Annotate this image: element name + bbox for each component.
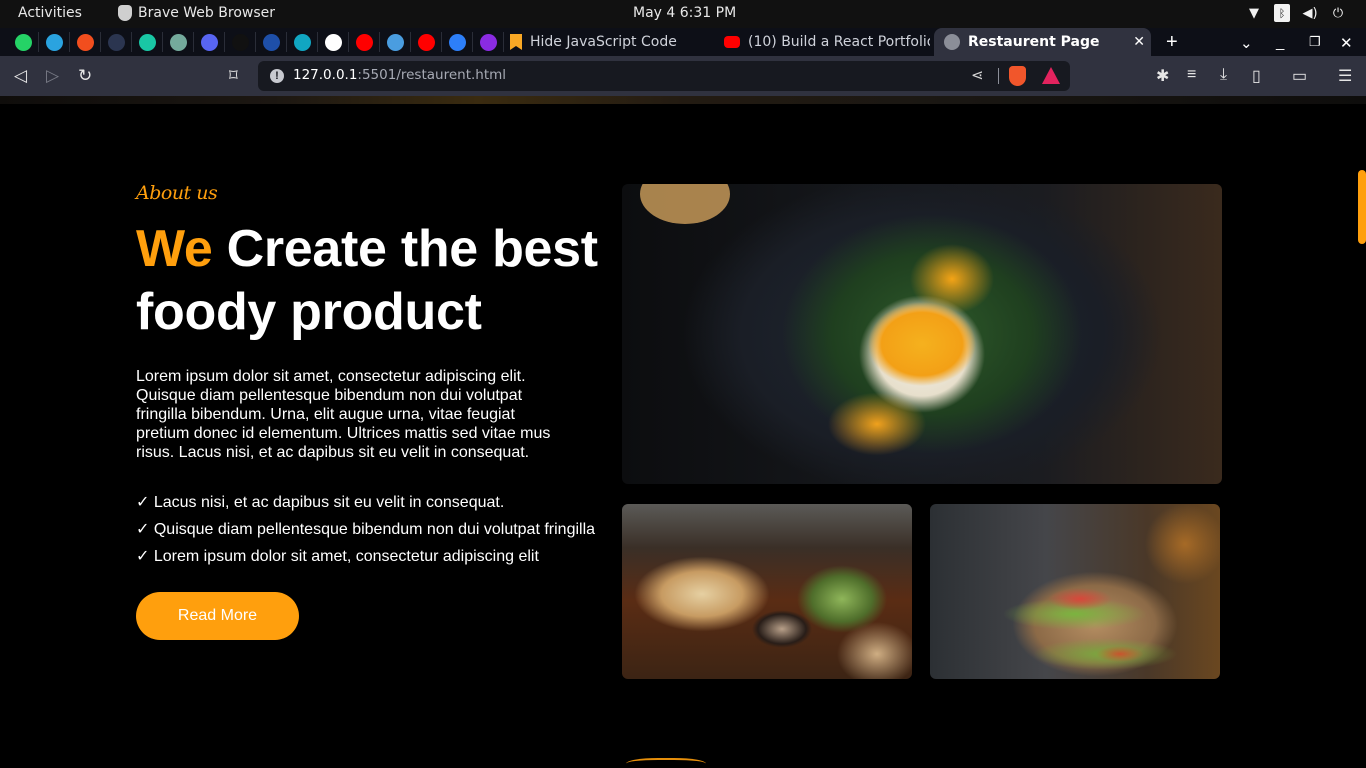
- url-text[interactable]: 127.0.0.1:5501/restaurent.html: [293, 67, 506, 83]
- system-tray[interactable]: ▼ ᛒ ◀) ⏻: [1246, 4, 1346, 22]
- tab-search-chevron-icon[interactable]: ⌄: [1240, 34, 1253, 52]
- checklist-item: ✓ Quisque diam pellentesque bibendum non…: [136, 521, 596, 538]
- about-description: Lorem ipsum dolor sit amet, consectetur …: [136, 368, 551, 461]
- grilled-platter-image: [622, 504, 912, 679]
- pinned-tab[interactable]: [132, 32, 163, 52]
- share-icon[interactable]: ⋖: [971, 66, 984, 84]
- tab-title: (10) Build a React Portfolio: [748, 34, 930, 50]
- app-icon: [231, 33, 249, 51]
- reload-button[interactable]: ↻: [78, 66, 92, 86]
- pinned-tab[interactable]: [442, 32, 473, 52]
- play-icon: [293, 33, 311, 51]
- youtube-icon: [355, 33, 373, 51]
- pinned-tab[interactable]: [163, 32, 194, 52]
- youtube-icon: [724, 36, 740, 48]
- tab-restaurent-page[interactable]: Restaurent Page ✕: [934, 28, 1151, 56]
- downloads-icon[interactable]: ⤓: [1220, 66, 1227, 84]
- app-name: Brave Web Browser: [138, 5, 275, 21]
- tab-strip: Hide JavaScript Code (10) Build a React …: [0, 28, 1366, 56]
- pinned-tab[interactable]: [70, 32, 101, 52]
- app-icon: [448, 33, 466, 51]
- about-us-tag: About us: [136, 182, 218, 204]
- messenger-icon: [200, 33, 218, 51]
- bookmark-button[interactable]: ⌑: [229, 66, 238, 86]
- telegram-icon: [45, 33, 63, 51]
- tab-youtube[interactable]: (10) Build a React Portfolio: [724, 28, 930, 56]
- pinned-tab[interactable]: [256, 32, 287, 52]
- globe-icon: [944, 34, 960, 50]
- forward-button[interactable]: ▷: [46, 66, 59, 86]
- pinned-tab[interactable]: [287, 32, 318, 52]
- close-tab-icon[interactable]: ✕: [1133, 34, 1145, 50]
- app-icon: [479, 33, 497, 51]
- tab-title: Restaurent Page: [968, 34, 1100, 50]
- pinned-tabs: [8, 32, 504, 52]
- navigation-bar: ◁ ▷ ↻ ⌑ ! 127.0.0.1:5501/restaurent.html…: [0, 56, 1366, 96]
- sidebar-icon[interactable]: ▯: [1252, 66, 1261, 86]
- app-icon: [107, 33, 125, 51]
- restore-button[interactable]: ❐: [1309, 34, 1321, 50]
- chatgpt-icon: [169, 33, 187, 51]
- figma-icon: [76, 33, 94, 51]
- extensions-icon[interactable]: ✱: [1156, 66, 1169, 86]
- scrollbar-thumb[interactable]: [1358, 170, 1366, 244]
- new-tab-button[interactable]: +: [1166, 31, 1178, 54]
- bread-roll: [640, 184, 730, 224]
- app-icon: [138, 33, 156, 51]
- volume-icon: ◀): [1302, 5, 1318, 21]
- pinned-tab[interactable]: [225, 32, 256, 52]
- headline-accent: We: [136, 220, 213, 278]
- egg-avocado-toast-image: [622, 184, 1222, 484]
- brave-rewards-icon[interactable]: [1042, 67, 1060, 84]
- docs-icon: [262, 33, 280, 51]
- clock[interactable]: May 4 6:31 PM: [633, 5, 736, 21]
- page-headline: We Create the best foody product: [136, 218, 616, 344]
- back-button[interactable]: ◁: [14, 66, 27, 86]
- checklist-item: ✓ Lacus nisi, et ac dapibus sit eu velit…: [136, 494, 505, 511]
- read-more-button[interactable]: Read More: [136, 592, 299, 640]
- web-page: About us We Create the best foody produc…: [0, 96, 1366, 768]
- tab-title: Hide JavaScript Code: [530, 34, 677, 50]
- app-menu[interactable]: Brave Web Browser: [118, 5, 275, 21]
- wifi-icon: ▼: [1249, 5, 1259, 21]
- tab-hide-js[interactable]: Hide JavaScript Code: [508, 28, 718, 56]
- whatsapp-icon: [14, 33, 32, 51]
- address-bar[interactable]: ! 127.0.0.1:5501/restaurent.html ⋖: [258, 61, 1070, 91]
- pinned-tab[interactable]: [473, 32, 504, 52]
- pinned-tab[interactable]: [194, 32, 225, 52]
- pinned-tab[interactable]: [411, 32, 442, 52]
- youtube-icon: [417, 33, 435, 51]
- bluetooth-icon: ᛒ: [1274, 4, 1290, 22]
- brave-icon: [118, 5, 132, 21]
- wallet-icon[interactable]: ▭: [1292, 66, 1307, 86]
- bookmark-icon: [510, 34, 522, 50]
- brave-shields-icon[interactable]: [1009, 66, 1026, 86]
- playlist-icon[interactable]: ≡: [1187, 66, 1196, 84]
- minimize-button[interactable]: _: [1276, 34, 1284, 51]
- pinned-tab[interactable]: [380, 32, 411, 52]
- pinned-tab[interactable]: [349, 32, 380, 52]
- activities-button[interactable]: Activities: [18, 5, 82, 21]
- hero-image-edge: [0, 96, 1366, 104]
- power-icon: ⏻: [1332, 5, 1344, 21]
- feature-checklist: ✓ Lacus nisi, et ac dapibus sit eu velit…: [136, 493, 595, 574]
- app-icon: [324, 33, 342, 51]
- menu-icon[interactable]: ☰: [1338, 66, 1352, 86]
- checklist-item: ✓ Lorem ipsum dolor sit amet, consectetu…: [136, 548, 539, 565]
- next-section-script-tag: [626, 758, 706, 768]
- pinned-tab[interactable]: [318, 32, 349, 52]
- sandwich-image: [930, 504, 1220, 679]
- app-icon: [386, 33, 404, 51]
- pinned-tab[interactable]: [8, 32, 39, 52]
- close-window-button[interactable]: ✕: [1340, 34, 1353, 52]
- system-top-bar: Activities Brave Web Browser May 4 6:31 …: [0, 0, 1366, 28]
- pinned-tab[interactable]: [39, 32, 70, 52]
- pinned-tab[interactable]: [101, 32, 132, 52]
- site-info-icon[interactable]: !: [270, 69, 284, 83]
- divider: [998, 68, 999, 84]
